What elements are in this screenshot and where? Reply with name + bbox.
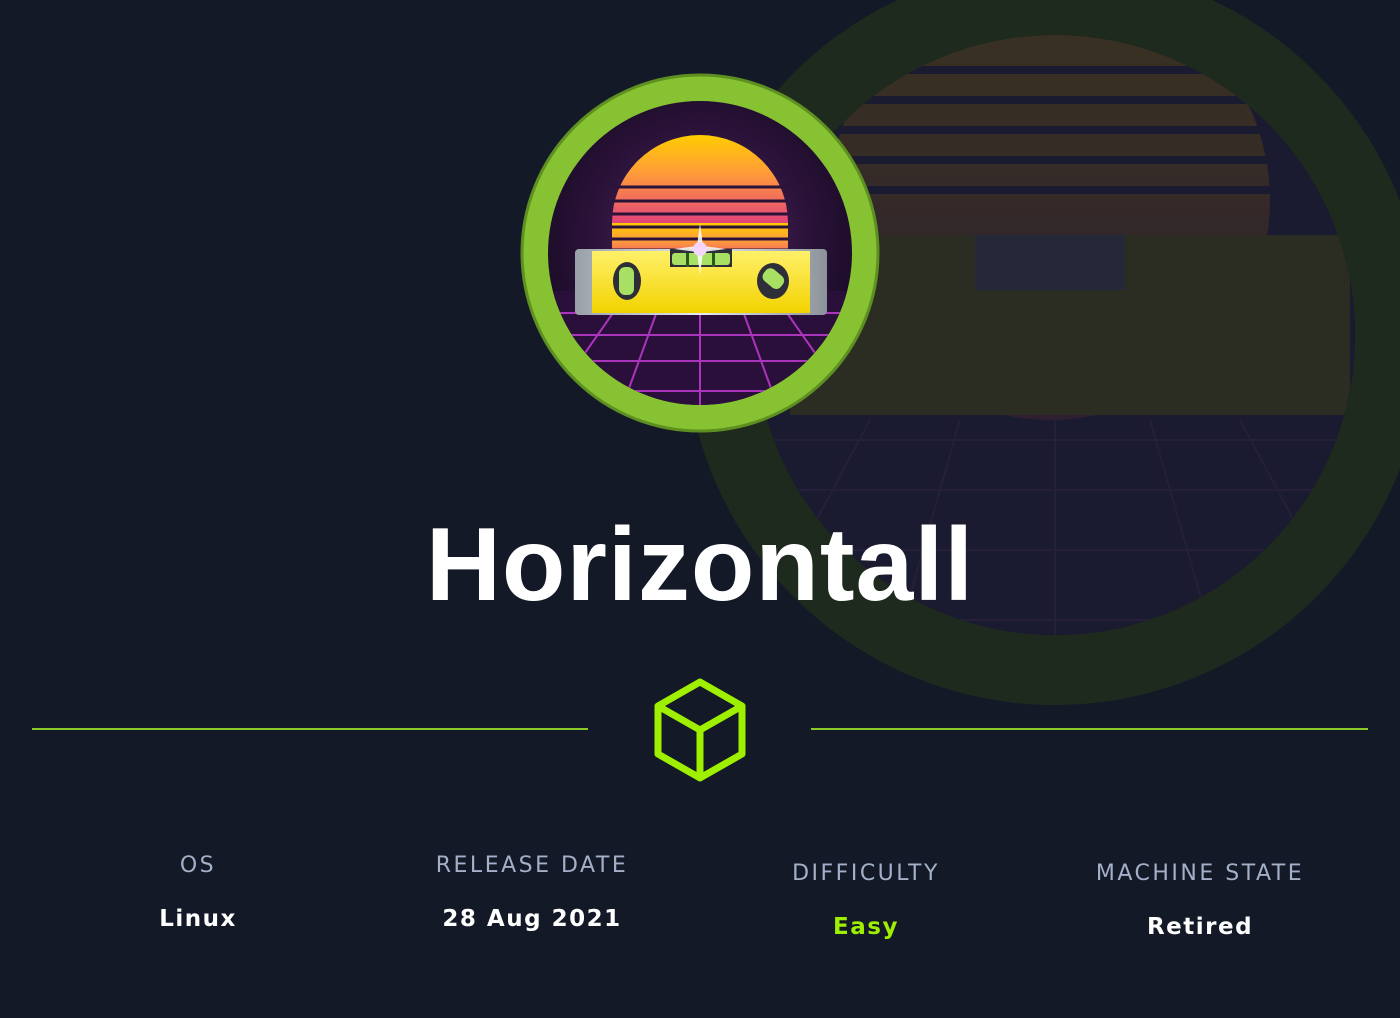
stat-machine-state: MACHINE STATE Retired <box>1050 860 1350 942</box>
divider-left <box>32 728 588 730</box>
stat-os: OS Linux <box>48 852 348 934</box>
hackthebox-cube-icon <box>654 678 746 782</box>
difficulty-label: DIFFICULTY <box>792 861 940 886</box>
machine-badge-icon <box>520 73 880 433</box>
os-label: OS <box>179 853 217 878</box>
stat-release-date: RELEASE DATE 28 Aug 2021 <box>382 852 682 934</box>
os-value: Linux <box>159 906 237 932</box>
machine-state-value: Retired <box>1146 914 1254 940</box>
stat-difficulty: DIFFICULTY Easy <box>716 860 1016 942</box>
release-date-label: RELEASE DATE <box>435 853 629 878</box>
machine-name: Horizontall <box>425 507 975 623</box>
divider-right <box>811 728 1368 730</box>
machine-state-label: MACHINE STATE <box>1095 861 1305 886</box>
release-date-value: 28 Aug 2021 <box>442 906 622 932</box>
difficulty-value: Easy <box>833 914 899 940</box>
